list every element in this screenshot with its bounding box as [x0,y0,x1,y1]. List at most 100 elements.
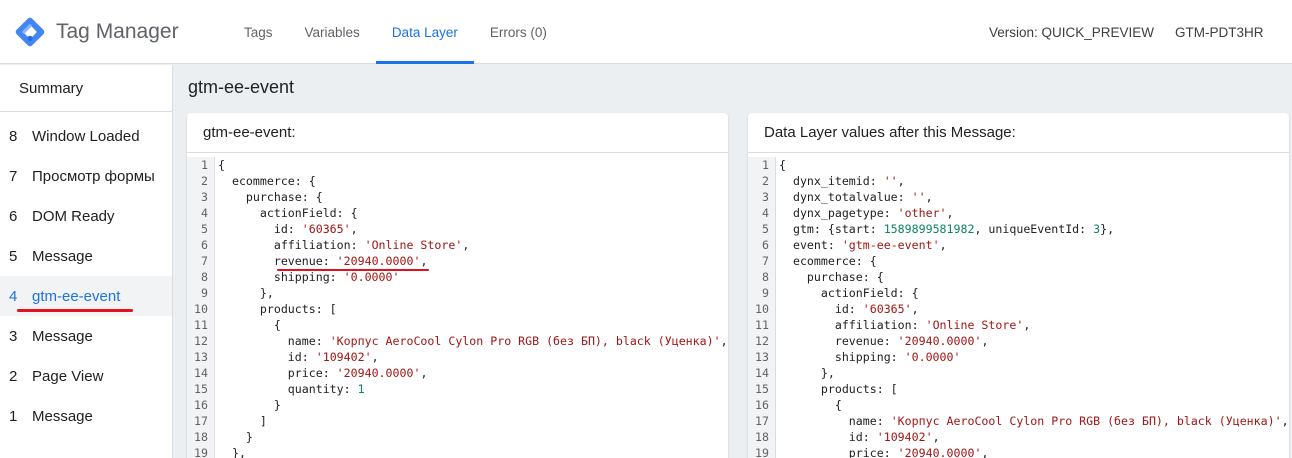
event-label: Window Loaded [32,127,140,145]
code-text: } [218,430,253,444]
code-text: ecommerce: { [779,254,877,268]
event-sidebar: Summary 8 Window Loaded 7 Просмотр формы 6… [0,65,173,458]
event-list: 8 Window Loaded 7 Просмотр формы 6 DOM Read… [0,112,172,436]
line-number: 16 [748,397,776,413]
gtm-logo-icon [15,17,45,47]
code-line: 5 id: '60365', [187,221,728,237]
data-layer-panel: Data Layer values after this Message: 1{… [748,113,1289,458]
code-line: 4 dynx_pagetype: 'other', [748,205,1289,221]
line-number: 5 [748,221,776,237]
tab-tags[interactable]: Tags [228,0,289,64]
sidebar-summary[interactable]: Summary [0,65,172,112]
line-number: 10 [748,301,776,317]
data-layer-panel-title: Data Layer values after this Message: [748,113,1289,153]
code-line: 12 revenue: '20940.0000', [748,333,1289,349]
code-line: 3 purchase: { [187,189,728,205]
line-number: 13 [187,349,215,365]
event-number: 7 [9,167,18,185]
code-text: gtm: {start: 1589899581982, uniqueEventI… [779,222,1115,236]
event-label: DOM Ready [32,207,115,225]
code-text: event: 'gtm-ee-event', [779,238,947,252]
code-line: 9 actionField: { [748,285,1289,301]
code-text: }, [218,446,246,458]
line-number: 1 [748,157,776,173]
sidebar-item-page-view[interactable]: 2 Page View [0,356,172,396]
tab-errors[interactable]: Errors (0) [474,0,563,64]
code-text: ecommerce: { [218,174,316,188]
line-number: 13 [748,349,776,365]
code-line: 6 affiliation: 'Online Store', [187,237,728,253]
code-text: } [218,398,281,412]
sidebar-item-message-3[interactable]: 3 Message [0,316,172,356]
code-line: 17 name: 'Корпус AeroCool Cylon Pro RGB … [748,413,1289,429]
event-label: Message [32,407,93,425]
event-label: Page View [32,367,104,385]
code-text: actionField: { [779,286,919,300]
code-text: affiliation: 'Online Store', [779,318,1031,332]
code-text: purchase: { [218,190,323,204]
data-layer-code-view[interactable]: 1{2 dynx_itemid: '', 3 dynx_totalvalue: '… [748,153,1289,458]
code-line: 13 shipping: '0.0000' [748,349,1289,365]
line-number: 17 [187,413,215,429]
line-number: 15 [748,381,776,397]
event-label: Просмотр формы [32,167,155,185]
sidebar-item-message-5[interactable]: 5 Message [0,236,172,276]
line-number: 15 [187,381,215,397]
line-number: 16 [187,397,215,413]
line-number: 2 [187,173,215,189]
code-line: 14 }, [748,365,1289,381]
code-line: 8 shipping: '0.0000' [187,269,728,285]
sidebar-item-form-view[interactable]: 7 Просмотр формы [0,156,172,196]
tab-variables[interactable]: Variables [289,0,376,64]
page-title: gtm-ee-event [188,77,295,97]
line-number: 11 [748,317,776,333]
annotation-underline [17,309,133,312]
code-text: purchase: { [779,270,884,284]
code-text: dynx_totalvalue: '', [779,190,933,204]
code-line: 10 products: [ [187,301,728,317]
message-code-view[interactable]: 1{2 ecommerce: {3 purchase: {4 actionFie… [187,153,728,458]
line-number: 17 [748,413,776,429]
line-number: 4 [187,205,215,221]
event-label: Message [32,327,93,345]
code-text: id: '109402', [779,430,940,444]
sidebar-item-dom-ready[interactable]: 6 DOM Ready [0,196,172,236]
event-label: Message [32,247,93,265]
message-panel-title: gtm-ee-event: [187,113,728,153]
tab-data-layer[interactable]: Data Layer [375,0,474,64]
line-number: 6 [748,237,776,253]
sidebar-item-message-1[interactable]: 1 Message [0,396,172,436]
code-text: id: '60365', [779,302,919,316]
code-line: 17 ] [187,413,728,429]
code-text: dynx_itemid: '', [779,174,905,188]
code-line: 3 dynx_totalvalue: '', [748,189,1289,205]
code-line: 5 gtm: {start: 1589899581982, uniqueEven… [748,221,1289,237]
code-line: 13 id: '109402', [187,349,728,365]
code-text: id: '60365', [218,222,358,236]
code-text: actionField: { [218,206,358,220]
code-line: 1{ [748,157,1289,173]
code-text: products: [ [779,382,898,396]
line-number: 5 [187,221,215,237]
sidebar-item-window-loaded[interactable]: 8 Window Loaded [0,116,172,156]
event-number: 3 [9,327,18,345]
line-number: 12 [187,333,215,349]
code-text: name: 'Корпус AeroCool Cylon Pro RGB (бе… [779,414,1289,428]
line-number: 2 [748,173,776,189]
code-text: affiliation: 'Online Store', [218,238,470,252]
code-text: products: [ [218,302,337,316]
code-text: name: 'Корпус AeroCool Cylon Pro RGB (бе… [218,334,728,348]
code-text: { [218,158,225,172]
code-line: 14 price: '20940.0000', [187,365,728,381]
app-header: Tag Manager Tags Variables Data Layer Er… [0,0,1292,64]
container-id: GTM-PDT3HR [1175,24,1264,40]
main-tabs: Tags Variables Data Layer Errors (0) [228,0,563,64]
annotation-underline [277,269,429,271]
code-text: quantity: 1 [218,382,365,396]
code-line: 18 } [187,429,728,445]
code-line: 2 dynx_itemid: '', [748,173,1289,189]
line-number: 18 [187,429,215,445]
code-line: 12 name: 'Корпус AeroCool Cylon Pro RGB … [187,333,728,349]
code-line: 8 purchase: { [748,269,1289,285]
event-number: 1 [9,407,18,425]
